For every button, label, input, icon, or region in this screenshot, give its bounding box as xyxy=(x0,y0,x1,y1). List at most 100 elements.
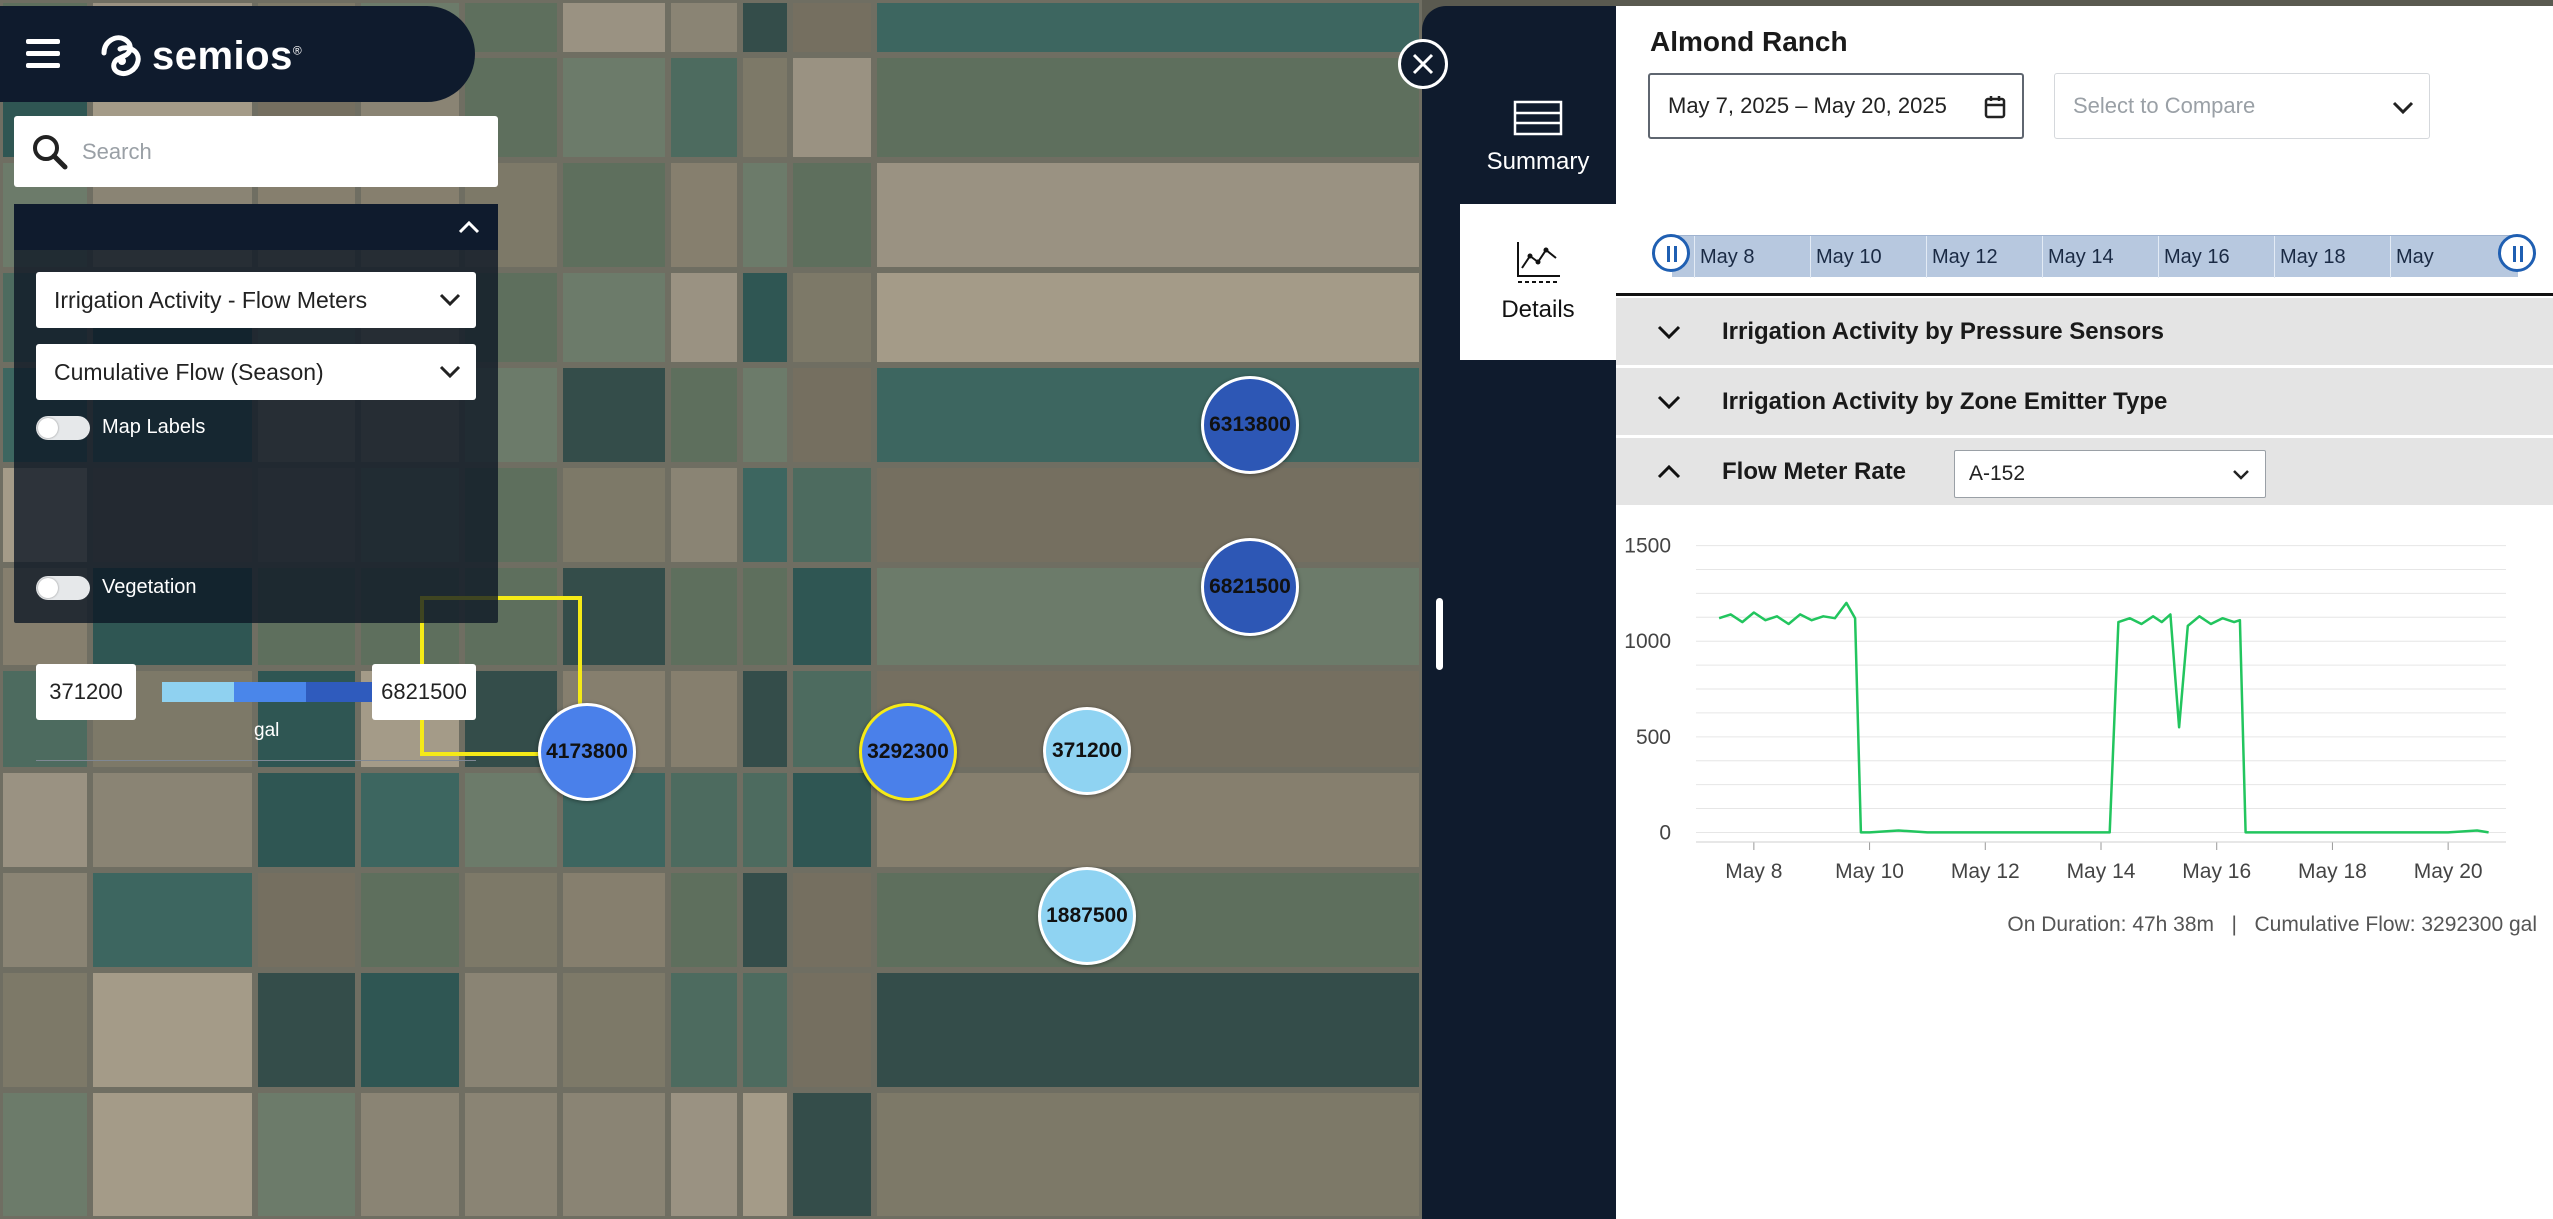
flow-meter-marker[interactable]: 3292300 xyxy=(859,703,957,801)
map-field xyxy=(563,273,665,362)
map-field xyxy=(877,873,1419,967)
map-field xyxy=(465,1093,557,1216)
map-field xyxy=(361,973,459,1087)
drawer-resize-handle[interactable] xyxy=(1436,598,1443,670)
map-field xyxy=(743,368,787,462)
map-field xyxy=(361,873,459,967)
layer-type-select[interactable]: Irrigation Activity - Flow Meters xyxy=(36,272,476,328)
timeline-label: May 10 xyxy=(1816,246,1882,268)
compare-select[interactable]: Select to Compare xyxy=(2054,73,2430,139)
brand-name: semios® xyxy=(152,33,303,78)
date-range-picker[interactable]: May 7, 2025 – May 20, 2025 xyxy=(1648,73,2024,139)
accordion-title: Flow Meter Rate xyxy=(1722,458,1907,485)
timeline-end-handle[interactable] xyxy=(2498,234,2536,272)
close-icon xyxy=(1412,53,1434,75)
flow-meter-marker[interactable]: 1887500 xyxy=(1038,867,1136,965)
map-field xyxy=(671,273,737,362)
satellite-map[interactable]: 6313800 6821500 4173800 3292300 371200 188750… xyxy=(0,0,1422,1219)
map-field xyxy=(3,873,87,967)
map-field xyxy=(563,163,665,267)
line-chart-icon xyxy=(1517,242,1560,283)
map-field xyxy=(877,163,1419,267)
accordion-flow-meter-rate[interactable]: Flow Meter Rate A-152 xyxy=(1616,438,2553,506)
date-timeline-slider[interactable]: May 8 May 10 May 12 May 14 May 16 May 18 May xyxy=(1652,234,2536,278)
timeline-label: May 12 xyxy=(1932,246,1998,268)
flow-meter-marker[interactable]: 6821500 xyxy=(1201,538,1299,636)
chart-x-tick-label: May 16 xyxy=(2182,860,2251,883)
map-field xyxy=(3,973,87,1087)
chevron-up-icon[interactable] xyxy=(456,216,482,238)
flow-meter-value: A-152 xyxy=(1969,462,2026,485)
map-field xyxy=(361,773,459,867)
chevron-down-icon xyxy=(439,293,461,307)
map-field xyxy=(563,368,665,462)
map-field xyxy=(671,1093,737,1216)
flow-meter-select[interactable]: A-152 xyxy=(1954,450,2266,498)
flow-meter-marker[interactable]: 4173800 xyxy=(538,703,636,801)
compare-placeholder: Select to Compare xyxy=(2073,93,2256,118)
map-field xyxy=(465,873,557,967)
map-field xyxy=(258,973,355,1087)
map-field xyxy=(361,1093,459,1216)
map-labels-toggle[interactable] xyxy=(36,416,90,440)
map-field xyxy=(743,873,787,967)
timeline-label: May 8 xyxy=(1700,246,1755,268)
map-field xyxy=(877,3,1419,52)
accordion-zone-emitter-type[interactable]: Irrigation Activity by Zone Emitter Type xyxy=(1616,368,2553,436)
map-field xyxy=(793,773,871,867)
accordion-pressure-sensors[interactable]: Irrigation Activity by Pressure Sensors xyxy=(1616,298,2553,366)
timeline-label: May 14 xyxy=(2048,246,2114,268)
map-field xyxy=(877,773,1419,867)
map-search[interactable] xyxy=(14,116,498,187)
brand-logo: semios® xyxy=(98,31,302,81)
map-field xyxy=(793,58,871,157)
timeline-start-handle[interactable] xyxy=(1652,234,1690,272)
map-field xyxy=(877,1093,1419,1216)
map-field xyxy=(877,58,1419,157)
timeline-tick xyxy=(2042,236,2043,278)
flow-meter-marker[interactable]: 6313800 xyxy=(1201,376,1299,474)
chevron-down-icon xyxy=(2233,470,2249,480)
map-field xyxy=(743,1093,787,1216)
flow-meter-rate-chart: 1500 1000 500 0 May 8 May 10 May 12 May 14 May 1… xyxy=(1624,535,2506,883)
hamburger-menu-icon[interactable] xyxy=(26,39,62,69)
timeline-label: May xyxy=(2396,246,2434,268)
legend-max-value: 6821500 xyxy=(372,664,476,720)
chart-y-tick-label: 500 xyxy=(1636,726,1671,749)
close-drawer-button[interactable] xyxy=(1398,39,1448,89)
calendar-icon xyxy=(1984,96,2006,119)
map-field xyxy=(3,1093,87,1216)
layer-metric-value: Cumulative Flow (Season) xyxy=(54,358,324,385)
chevron-up-icon xyxy=(1657,464,1681,479)
map-field xyxy=(671,368,737,462)
map-field xyxy=(793,873,871,967)
timeline-label: May 16 xyxy=(2164,246,2230,268)
layer-type-value: Irrigation Activity - Flow Meters xyxy=(54,286,368,313)
chart-x-tick-label: May 12 xyxy=(1951,860,2020,883)
layer-metric-select[interactable]: Cumulative Flow (Season) xyxy=(36,344,476,400)
map-field xyxy=(743,973,787,1087)
map-field xyxy=(793,3,871,52)
chevron-down-icon xyxy=(2392,101,2414,115)
timeline-tick xyxy=(2158,236,2159,278)
map-field xyxy=(3,773,87,867)
timeline-tick xyxy=(1694,236,1695,278)
map-field xyxy=(877,671,1419,767)
vegetation-toggle[interactable] xyxy=(36,576,90,600)
chevron-down-icon xyxy=(1657,325,1681,340)
tab-summary[interactable]: Summary xyxy=(1460,60,1616,216)
map-field xyxy=(877,973,1419,1087)
tab-details[interactable]: Details xyxy=(1460,204,1616,360)
map-field xyxy=(93,973,252,1087)
map-field xyxy=(671,3,737,52)
timeline-tick xyxy=(1926,236,1927,278)
chart-x-tick-label: May 10 xyxy=(1835,860,1904,883)
search-icon xyxy=(33,134,68,169)
search-input[interactable] xyxy=(82,131,482,172)
timeline-tick xyxy=(2274,236,2275,278)
legend-swatch xyxy=(306,682,378,702)
chart-x-tick-label: May 20 xyxy=(2414,860,2483,883)
chart-x-tick-label: May 8 xyxy=(1725,860,1782,883)
chevron-down-icon xyxy=(439,365,461,379)
flow-meter-marker[interactable]: 371200 xyxy=(1043,707,1131,795)
